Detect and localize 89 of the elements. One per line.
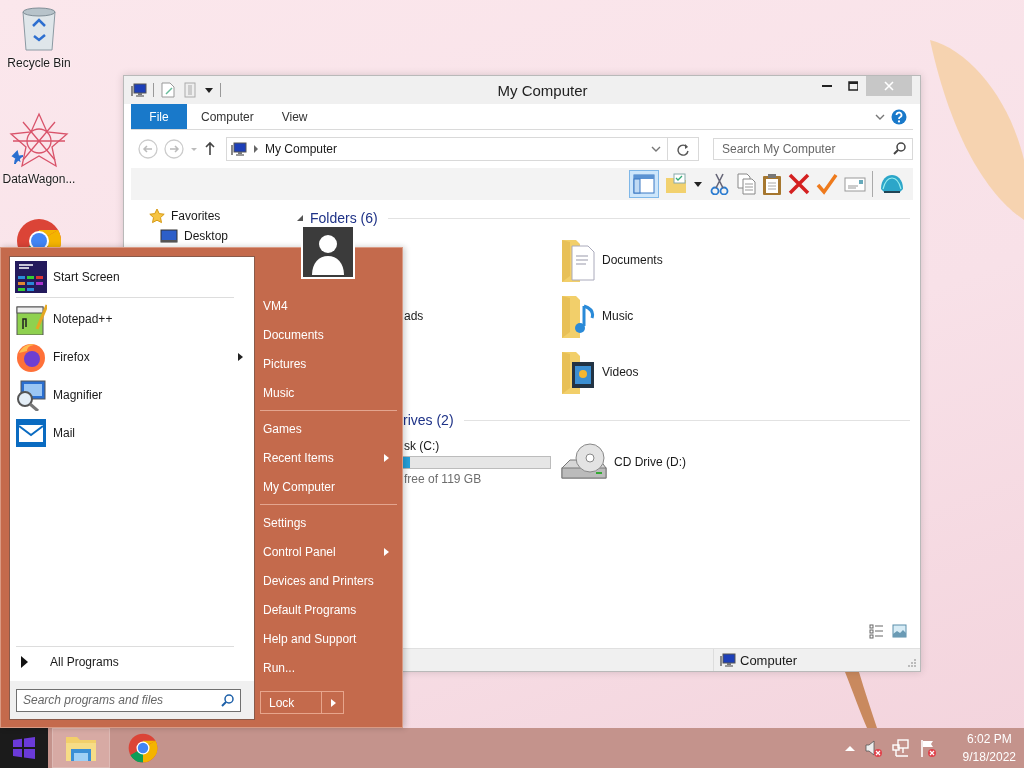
desktop-icon-label[interactable]: DataWagon... [2,172,76,186]
start-button[interactable] [0,728,48,768]
user-avatar[interactable] [301,225,355,279]
address-bar[interactable]: My Computer [226,137,699,161]
drive-label[interactable]: CD Drive (D:) [614,455,686,469]
network-icon[interactable] [891,739,910,757]
start-menu-link[interactable]: Help and Support [260,624,397,653]
refresh-icon[interactable] [676,142,690,156]
status-text: Computer [740,652,798,668]
desktop-icon[interactable] [160,228,178,244]
address-text[interactable]: My Computer [265,142,645,156]
arrow-icon [329,697,336,708]
show-hidden-icons-icon[interactable] [843,743,856,753]
ribbon-tab[interactable]: View [267,104,322,129]
start-menu-link[interactable]: Settings [260,508,397,537]
flag-icon[interactable] [918,739,937,757]
breadcrumb-arrow-icon[interactable] [253,144,259,154]
star-icon[interactable] [149,208,165,224]
start-menu-link[interactable]: Pictures [260,349,397,378]
start-menu-link[interactable]: Music [260,378,397,407]
program-item[interactable]: Mail [10,414,254,452]
program-item[interactable]: Notepad++ [10,300,254,338]
delete-icon[interactable] [788,173,810,195]
start-menu-link[interactable]: My Computer [260,472,397,501]
start-menu-link[interactable]: Recent Items [260,443,397,472]
program-item[interactable]: Magnifier [10,376,254,414]
start-menu-link[interactable]: Run... [260,653,397,682]
close-icon [884,81,894,91]
nav-item[interactable]: Favorites [171,209,221,223]
ribbon-tab[interactable]: Computer [187,104,268,129]
folder-label[interactable]: Videos [602,365,639,379]
window-title: My Computer [496,81,589,99]
start-menu-link[interactable]: Devices and Printers [260,566,397,595]
computer-icon[interactable] [131,82,147,98]
power-options-button[interactable] [322,691,344,714]
recycle-bin-icon[interactable] [20,6,58,52]
cd-drive-icon[interactable] [560,442,608,482]
chrome-logo-icon [128,733,158,763]
windows-logo-icon [12,736,36,760]
program-item[interactable]: Start Screen [10,257,254,297]
computer-icon [231,141,247,157]
program-item[interactable]: Firefox [10,338,254,376]
firefox-app-icon [15,341,47,373]
resize-grip-icon[interactable] [907,658,917,668]
collapse-triangle-icon[interactable] [296,214,304,222]
folder-check-icon[interactable] [665,173,687,195]
magnifier-app-icon [15,379,47,411]
search-icon[interactable] [893,142,906,155]
notepad-app-icon [15,303,47,335]
checkmark-icon[interactable] [816,173,838,195]
lock-button[interactable]: Lock [260,691,322,714]
search-icon[interactable] [221,693,234,707]
computer-icon [720,652,736,668]
start-menu-link[interactable]: Games [260,414,397,443]
preview-view-icon[interactable] [892,624,907,638]
copy-icon[interactable] [736,173,756,195]
muted-speaker-icon[interactable] [864,739,883,757]
caret-icon[interactable] [204,85,214,95]
details-view-icon[interactable] [869,624,884,639]
help-icon[interactable] [891,108,907,125]
desktop-icon-label[interactable]: Recycle Bin [7,56,71,70]
chevron-down-icon[interactable] [651,144,661,154]
up-arrow-icon[interactable] [204,141,216,157]
layout-pane-button[interactable] [629,170,659,198]
start-menu-link[interactable]: Documents [260,320,397,349]
folder-label[interactable]: Documents [602,253,663,267]
start-menu-link[interactable]: VM4 [260,291,397,320]
shell-icon[interactable] [879,173,905,195]
expand-arrow-icon [20,655,28,669]
ribbon-tab[interactable]: File [131,104,187,129]
star-pattern-icon[interactable] [9,112,69,168]
clipboard-icon[interactable] [762,172,782,196]
group-header[interactable]: Folders (6) [310,210,378,226]
flower-stem-drawing [845,672,877,728]
start-menu-link[interactable]: Default Programs [260,595,397,624]
caret-icon[interactable] [693,179,703,189]
search-field[interactable]: Search programs and files [16,688,241,712]
taskbar-app-button[interactable] [52,728,110,768]
all-programs-item[interactable]: All Programs [10,649,254,675]
scissors-icon[interactable] [709,173,730,195]
folder-label[interactable]: Music [602,309,634,323]
start-screen-icon [15,261,47,293]
nav-item[interactable]: Desktop [184,229,229,243]
maximize-icon [848,81,858,91]
mail-app-icon [15,417,47,449]
document-icon[interactable] [160,82,176,98]
card-icon[interactable] [844,174,866,194]
start-menu-link[interactable]: Control Panel [260,537,397,566]
drive-space-text: free of 119 GB [403,471,483,486]
